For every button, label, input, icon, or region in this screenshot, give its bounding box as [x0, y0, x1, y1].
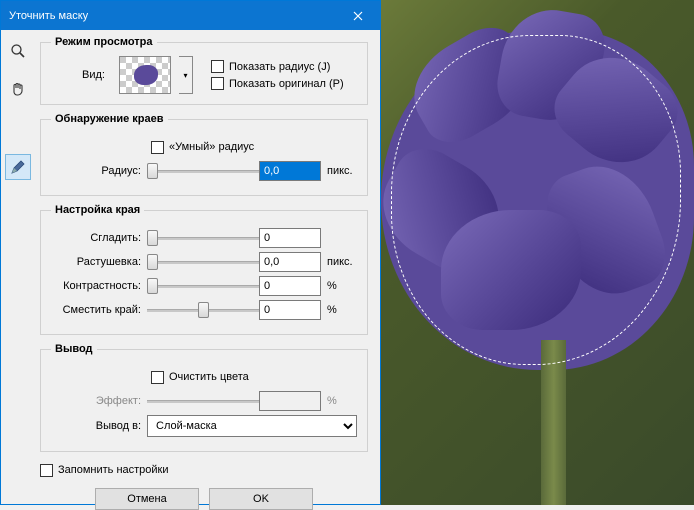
radius-input[interactable]: [259, 161, 321, 181]
feather-input[interactable]: [259, 252, 321, 272]
titlebar[interactable]: Уточнить маску: [1, 1, 380, 30]
view-preview[interactable]: [119, 56, 171, 94]
shift-slider[interactable]: [147, 301, 259, 319]
hand-tool[interactable]: [5, 76, 31, 102]
refine-brush-tool[interactable]: [5, 154, 31, 180]
view-dropdown[interactable]: ▾: [179, 56, 193, 94]
cancel-button[interactable]: Отмена: [95, 488, 199, 510]
smart-radius-checkbox[interactable]: «Умный» радиус: [151, 141, 254, 154]
shift-input[interactable]: [259, 300, 321, 320]
smooth-slider[interactable]: [147, 229, 259, 247]
clean-colors-checkbox[interactable]: Очистить цвета: [151, 371, 249, 384]
adjust-edge-group: Настройка края Сгладить: Растушевка: пик…: [40, 204, 368, 335]
edge-legend: Обнаружение краев: [51, 113, 168, 125]
output-to-select[interactable]: Слой-маска: [147, 415, 357, 437]
radius-label: Радиус:: [51, 165, 147, 177]
view-mode-group: Режим просмотра Вид: ▾ Показать радиус (…: [40, 36, 368, 105]
show-original-checkbox[interactable]: Показать оригинал (P): [211, 77, 344, 90]
effect-slider: [147, 392, 259, 410]
show-radius-checkbox[interactable]: Показать радиус (J): [211, 60, 344, 73]
close-button[interactable]: [335, 1, 380, 30]
remember-settings-checkbox[interactable]: Запомнить настройки: [40, 464, 169, 477]
tool-strip: [1, 30, 34, 504]
adjust-legend: Настройка края: [51, 204, 144, 216]
ok-button[interactable]: OK: [209, 488, 313, 510]
selection-marquee: [391, 35, 681, 365]
effect-input: [259, 391, 321, 411]
view-legend: Режим просмотра: [51, 36, 157, 48]
output-group: Вывод Очистить цвета Эффект: % Вывод в: …: [40, 343, 368, 452]
canvas-workspace[interactable]: [381, 0, 694, 505]
feather-slider[interactable]: [147, 253, 259, 271]
contrast-input[interactable]: [259, 276, 321, 296]
smooth-input[interactable]: [259, 228, 321, 248]
refine-mask-dialog: Уточнить маску Режим просмотра Вид:: [0, 0, 381, 505]
dialog-title: Уточнить маску: [9, 10, 88, 22]
output-legend: Вывод: [51, 343, 97, 355]
zoom-tool[interactable]: [5, 38, 31, 64]
radius-slider[interactable]: [147, 162, 259, 180]
view-label: Вид:: [51, 69, 111, 81]
contrast-slider[interactable]: [147, 277, 259, 295]
edge-detection-group: Обнаружение краев «Умный» радиус Радиус:…: [40, 113, 368, 196]
